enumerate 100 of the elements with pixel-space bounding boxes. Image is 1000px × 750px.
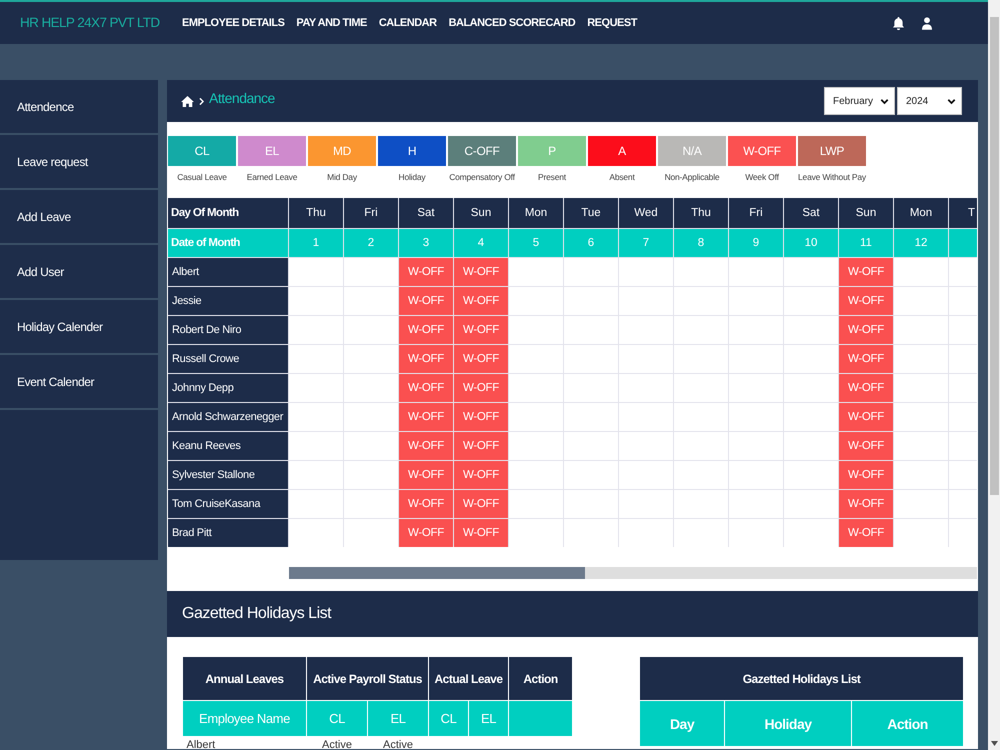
employee-name: Jessie <box>168 287 288 315</box>
table-cell <box>344 374 398 402</box>
nav-link[interactable]: PAY AND TIME <box>296 17 367 29</box>
day-header: Sat <box>784 198 838 228</box>
table-cell <box>784 461 838 489</box>
column-header: Holiday <box>724 700 852 746</box>
table-cell <box>564 316 618 344</box>
company-logo[interactable]: HR HELP 24X7 PVT LTD <box>20 15 160 30</box>
table-cell <box>894 403 948 431</box>
table-cell <box>784 316 838 344</box>
table-cell <box>289 316 343 344</box>
caret-icon <box>947 98 956 104</box>
section-title: Gazetted Holidays List <box>182 605 332 623</box>
table-cell <box>729 374 783 402</box>
legend-tag: W-OFF <box>728 136 796 166</box>
table-cell <box>509 374 563 402</box>
table-cell <box>564 432 618 460</box>
table-cell <box>289 490 343 518</box>
legend-tag: H <box>378 136 446 166</box>
table-cell <box>289 374 343 402</box>
table-cell <box>564 403 618 431</box>
table-cell-text: Active <box>321 738 353 750</box>
table-cell <box>729 461 783 489</box>
date-header: 7 <box>619 229 673 257</box>
status-cell: W-OFF <box>839 345 893 373</box>
column-header: EL <box>468 700 509 736</box>
legend-label: Absent <box>609 172 635 182</box>
status-cell: W-OFF <box>399 287 453 315</box>
column-header: Employee Name <box>182 700 306 736</box>
legend-label: Present <box>538 172 566 182</box>
sidebar-item[interactable]: Holiday Calender <box>17 320 103 334</box>
table-cell <box>784 490 838 518</box>
table-cell <box>784 519 838 547</box>
sidebar-item[interactable]: Add Leave <box>17 210 71 224</box>
table-cell <box>509 258 563 286</box>
home-icon[interactable] <box>181 96 194 106</box>
table-cell <box>674 316 728 344</box>
table-cell <box>729 316 783 344</box>
sidebar-item[interactable]: Add User <box>17 264 64 278</box>
vertical-scrollbar[interactable] <box>988 0 1000 750</box>
table-cell <box>344 490 398 518</box>
legend-tag: P <box>518 136 586 166</box>
legend-label: Mid Day <box>327 172 357 182</box>
table-cell <box>509 461 563 489</box>
column-header: Active Payroll Status <box>306 656 429 700</box>
column-header: CL <box>428 700 469 736</box>
sidebar-item[interactable]: Attendence <box>17 100 74 114</box>
table-cell <box>289 519 343 547</box>
table-cell <box>729 490 783 518</box>
table-cell <box>894 316 948 344</box>
nav-link[interactable]: EMPLOYEE DETAILS <box>182 17 284 29</box>
status-cell: W-OFF <box>399 490 453 518</box>
legend-tag: CL <box>168 136 236 166</box>
sidebar-item[interactable]: Leave request <box>17 154 88 168</box>
table-cell <box>564 519 618 547</box>
table-cell <box>729 345 783 373</box>
nav-link[interactable]: CALENDAR <box>378 17 437 29</box>
column-header: CL <box>306 700 368 736</box>
month-dropdown[interactable]: February <box>824 87 895 115</box>
year-dropdown[interactable]: 2024 <box>897 87 962 115</box>
column-header: EL <box>368 700 429 736</box>
table-cell <box>729 432 783 460</box>
table-cell <box>619 345 673 373</box>
status-cell: W-OFF <box>454 432 508 460</box>
table-cell <box>344 258 398 286</box>
table-cell <box>564 345 618 373</box>
nav-link[interactable]: BALANCED SCORECARD <box>448 17 576 29</box>
date-header: 6 <box>564 229 618 257</box>
date-header: 9 <box>729 229 783 257</box>
date-header: 1 <box>289 229 343 257</box>
status-cell: W-OFF <box>839 316 893 344</box>
user-icon[interactable] <box>922 16 932 30</box>
table-cell <box>289 432 343 460</box>
horizontal-scrollbar[interactable] <box>289 567 977 579</box>
table-cell <box>784 432 838 460</box>
day-header: Mon <box>509 198 563 228</box>
nav-link[interactable]: REQUEST <box>587 17 637 29</box>
status-cell: W-OFF <box>454 345 508 373</box>
table-cell-text: Active <box>382 738 414 750</box>
table-cell <box>289 461 343 489</box>
column-header: Annual Leaves <box>182 656 306 700</box>
table-cell <box>619 374 673 402</box>
table-cell <box>674 432 728 460</box>
legend-label: Holiday <box>398 172 426 182</box>
status-cell: W-OFF <box>399 316 453 344</box>
table-cell <box>949 229 977 257</box>
table-cell <box>564 461 618 489</box>
bell-icon[interactable] <box>893 16 904 30</box>
down-arrow-icon[interactable] <box>990 741 998 746</box>
status-cell: W-OFF <box>839 519 893 547</box>
column-header: Actual Leave <box>428 656 509 700</box>
status-cell: W-OFF <box>454 316 508 344</box>
employee-name: Arnold Schwarzenegger <box>168 403 288 431</box>
sidebar-item[interactable]: Event Calender <box>17 374 94 388</box>
status-cell: W-OFF <box>454 461 508 489</box>
status-cell: W-OFF <box>839 461 893 489</box>
page-title: Attendance <box>209 90 275 106</box>
date-header: 10 <box>784 229 838 257</box>
table-cell <box>784 258 838 286</box>
table-title: Gazetted Holidays List <box>640 656 964 700</box>
